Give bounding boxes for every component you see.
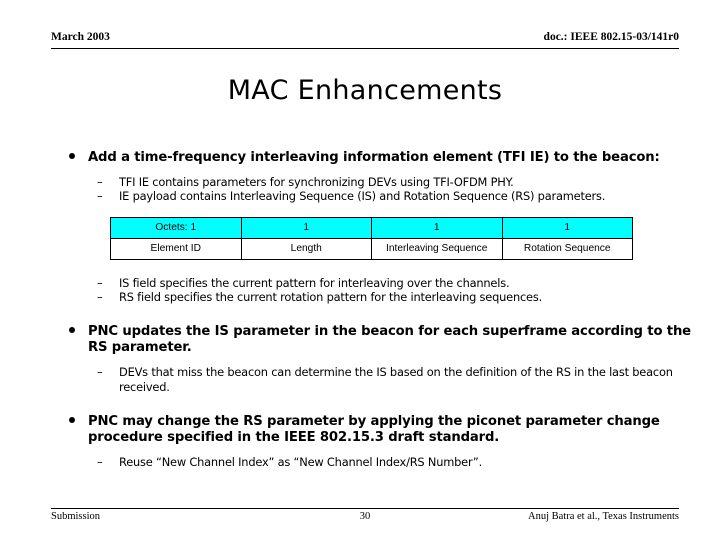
- sub-bullet-2-1: – DEVs that miss the beacon can determin…: [51, 365, 691, 394]
- dash-marker-icon: –: [97, 189, 103, 204]
- bullet-item-2-text: PNC updates the IS parameter in the beac…: [88, 324, 691, 356]
- bullet-dot-icon: [69, 152, 75, 159]
- sub-bullet-1-3: – IS field specifies the current pattern…: [51, 276, 691, 290]
- dash-marker-icon: –: [97, 454, 103, 469]
- table-cell-octets-4: 1: [501, 216, 633, 239]
- sub-bullet-1-1: – TFI IE contains parameters for synchro…: [51, 175, 691, 189]
- table-cell-field-1: Element ID: [110, 237, 242, 260]
- bullet-item-1-text: Add a time-frequency interleaving inform…: [88, 150, 660, 165]
- page-title: MAC Enhancements: [227, 75, 503, 106]
- bullet-item-1: Add a time-frequency interleaving inform…: [51, 150, 691, 166]
- sub-bullet-1-3-text: IS field specifies the current pattern f…: [119, 275, 510, 290]
- slide-footer: Submission 30 Anuj Batra et al., Texas I…: [51, 511, 679, 527]
- sub-bullet-1-4-text: RS field specifies the current rotation …: [119, 289, 543, 304]
- dash-marker-icon: –: [97, 275, 103, 290]
- header-doc-number: doc.: IEEE 802.15-03/141r0: [543, 31, 679, 43]
- table-cell-octets-3: 1: [371, 216, 503, 239]
- bullet-dot-icon: [69, 416, 75, 423]
- table-row-fields: Element ID Length Interleaving Sequence …: [110, 237, 633, 260]
- sub-bullet-2-1-text: DEVs that miss the beacon can determine …: [119, 365, 673, 394]
- sub-bullet-1-4: – RS field specifies the current rotatio…: [51, 290, 691, 304]
- table-cell-field-2: Length: [240, 237, 372, 260]
- sub-bullet-1-2-text: IE payload contains Interleaving Sequenc…: [119, 189, 606, 204]
- table-cell-field-3: Interleaving Sequence: [371, 237, 503, 260]
- table-cell-field-4: Rotation Sequence: [501, 237, 633, 260]
- dash-marker-icon: –: [97, 289, 103, 304]
- ie-format-table: Octets: 1 1 1 1 Element ID Length Interl…: [110, 216, 633, 260]
- bullet-item-3: PNC may change the RS parameter by apply…: [51, 414, 691, 446]
- slide: March 2003 doc.: IEEE 802.15-03/141r0 MA…: [0, 0, 720, 540]
- bullet-item-3-text: PNC may change the RS parameter by apply…: [88, 413, 660, 445]
- table-row-octets: Octets: 1 1 1 1: [110, 216, 633, 239]
- bullet-item-2: PNC updates the IS parameter in the beac…: [51, 324, 691, 356]
- sub-bullet-1-2: – IE payload contains Interleaving Seque…: [51, 189, 691, 203]
- slide-body: Add a time-frequency interleaving inform…: [51, 150, 691, 469]
- dash-marker-icon: –: [97, 175, 103, 190]
- sub-bullet-3-1: – Reuse “New Channel Index” as “New Chan…: [51, 455, 691, 469]
- table-cell-octets-2: 1: [240, 216, 372, 239]
- bullet-dot-icon: [69, 326, 75, 333]
- sub-bullet-3-1-text: Reuse “New Channel Index” as “New Channe…: [119, 454, 483, 469]
- table-cell-octets-1: Octets: 1: [110, 216, 242, 239]
- footer-divider: [51, 508, 679, 509]
- header-divider: [51, 48, 679, 49]
- dash-marker-icon: –: [97, 365, 103, 380]
- header-date: March 2003: [51, 31, 110, 43]
- sub-bullet-1-1-text: TFI IE contains parameters for synchroni…: [119, 175, 514, 190]
- footer-author: Anuj Batra et al., Texas Instruments: [528, 511, 679, 522]
- ie-format-table-wrapper: Octets: 1 1 1 1 Element ID Length Interl…: [110, 216, 633, 260]
